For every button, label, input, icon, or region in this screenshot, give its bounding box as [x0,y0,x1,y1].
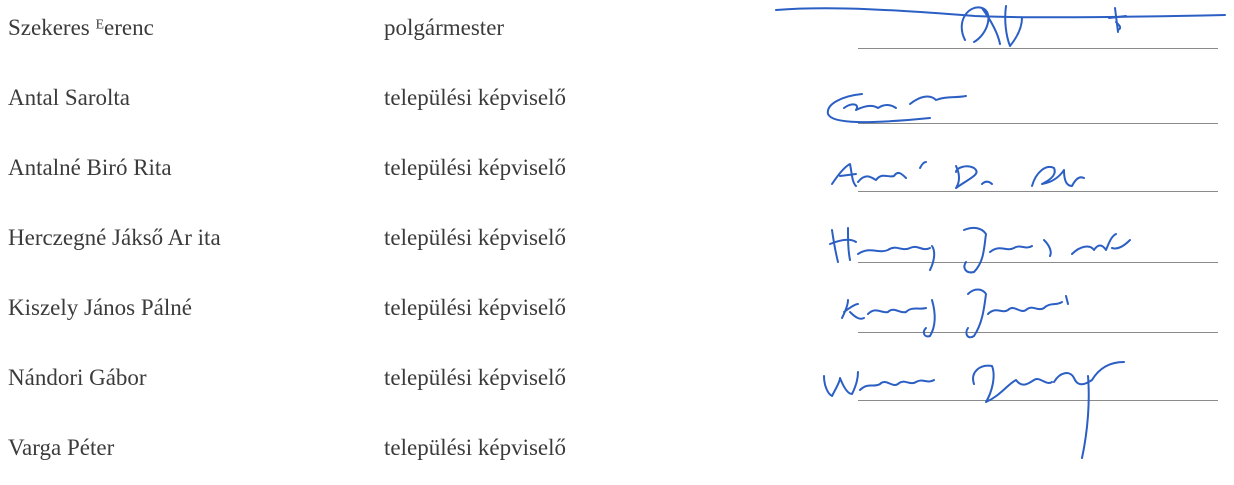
member-name: Varga Péter [8,435,115,460]
member-name: Kiszely János Pálné [8,295,192,320]
member-name: Szekeres ᴱerenc [8,15,154,40]
handwritten-signatures [775,5,1226,459]
signature-szekeres [775,5,1226,47]
member-title: települési képviselő [384,435,567,460]
signature-antal [826,93,967,124]
member-title: települési képviselő [384,85,567,110]
member-name: Antalné Biró Rita [8,155,172,180]
member-title: települési képviselő [384,225,567,250]
signature-herczegne [829,226,1131,274]
member-name: Nándori Gábor [8,365,147,390]
signature-kiszely [841,288,1069,339]
member-name: Antal Sarolta [8,85,130,110]
member-name: Herczegné Jákső Ar ita [8,225,221,250]
signature-nandori [823,361,1125,459]
signature-page: Szekeres ᴱerenc polgármester Antal Sarol… [0,0,1234,485]
member-title: települési képviselő [384,155,567,180]
signature-antalne [831,161,1085,189]
member-title: polgármester [384,15,505,40]
member-title: települési képviselő [384,365,567,390]
member-title: települési képviselő [384,295,567,320]
